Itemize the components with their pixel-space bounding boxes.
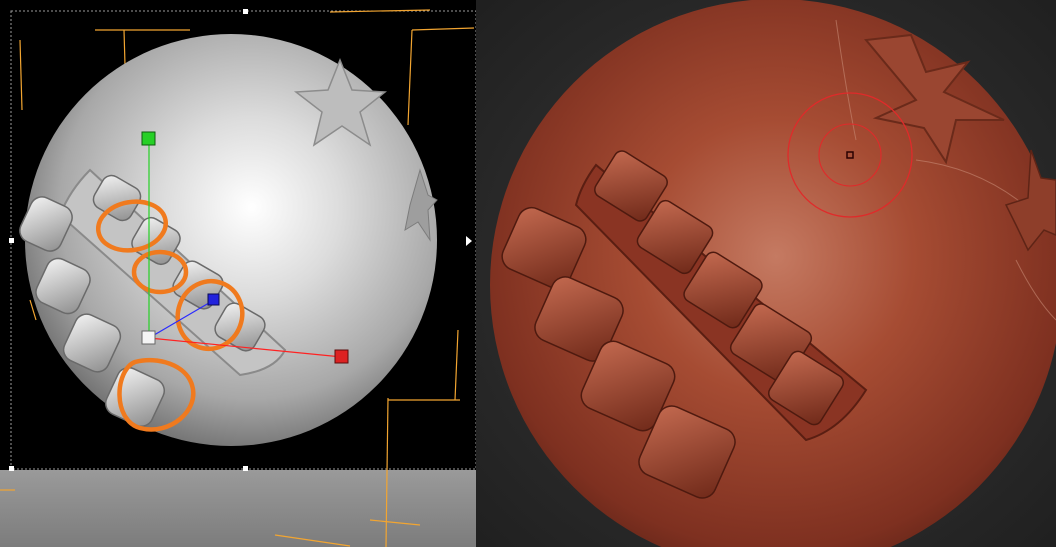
gizmo-pivot[interactable] [141, 330, 156, 345]
gizmo-x-handle[interactable] [334, 349, 349, 364]
viewport-3d-canvas[interactable] [0, 0, 476, 547]
viewport-floor [0, 470, 476, 547]
sculpt-viewport[interactable] [476, 0, 1056, 547]
gizmo-z-handle[interactable] [207, 293, 220, 306]
gizmo-y-handle[interactable] [141, 131, 156, 146]
clay-sphere[interactable] [490, 0, 1056, 547]
viewport-3d[interactable] [0, 0, 476, 547]
sculpt-canvas[interactable] [476, 0, 1056, 547]
